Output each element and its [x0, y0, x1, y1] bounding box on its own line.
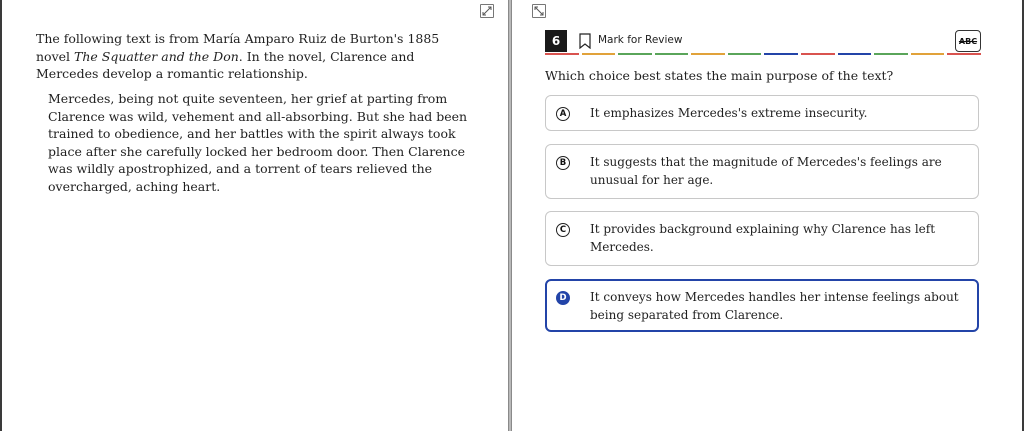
choice-letter-d: D	[556, 291, 570, 305]
header-dash-segment	[764, 53, 799, 55]
choice-text-d: It conveys how Mercedes handles her inte…	[590, 290, 959, 322]
passage-intro: The following text is from María Amparo …	[36, 30, 466, 83]
choice-letter-c: C	[556, 223, 570, 237]
header-dash-segment	[801, 53, 835, 55]
header-dash-segment	[581, 53, 616, 55]
header-dash-segment	[947, 53, 981, 55]
header-dash-segment	[727, 53, 762, 55]
answer-choice-b[interactable]: B It suggests that the magnitude of Merc…	[545, 144, 979, 199]
passage-text: Mercedes, being not quite seventeen, her…	[48, 91, 468, 194]
answer-choice-c[interactable]: C It provides background explaining why …	[545, 211, 979, 266]
header-dash-segment	[910, 53, 945, 55]
header-dash-segment	[691, 53, 725, 55]
header-dash-segment	[837, 53, 872, 55]
mark-for-review-label[interactable]: Mark for Review	[598, 34, 682, 46]
header-dash-segment	[545, 53, 579, 55]
expand-question-icon[interactable]	[532, 4, 546, 18]
bookmark-icon[interactable]	[579, 33, 591, 49]
choice-letter-b: B	[556, 156, 570, 170]
choice-text-c: It provides background explaining why Cl…	[590, 222, 936, 254]
question-header: 6 Mark for Review ABC	[545, 30, 981, 56]
header-dash-segment	[618, 53, 652, 55]
header-dashed-rule	[545, 53, 981, 56]
choice-letter-a: A	[556, 107, 570, 121]
strikethrough-abc-button[interactable]: ABC	[955, 30, 981, 52]
answer-choice-a[interactable]: A It emphasizes Mercedes's extreme insec…	[545, 95, 979, 131]
novel-title: The Squatter and the Don	[74, 48, 239, 64]
header-dash-segment	[654, 53, 689, 55]
expand-passage-icon[interactable]	[480, 4, 494, 18]
question-prompt: Which choice best states the main purpos…	[545, 68, 894, 83]
choice-text-a: It emphasizes Mercedes's extreme insecur…	[590, 106, 868, 120]
header-dash-segment	[874, 53, 908, 55]
question-pane: 6 Mark for Review ABC Which choice best …	[512, 0, 1022, 431]
question-number: 6	[545, 30, 567, 52]
answer-choice-d[interactable]: D It conveys how Mercedes handles her in…	[545, 279, 979, 332]
passage-pane: The following text is from María Amparo …	[2, 0, 508, 431]
choice-text-b: It suggests that the magnitude of Merced…	[590, 155, 942, 187]
